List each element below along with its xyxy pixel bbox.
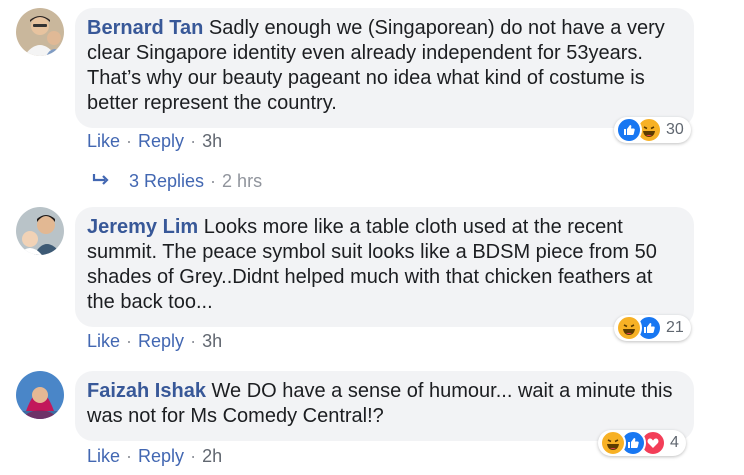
separator-dot: · bbox=[190, 131, 197, 151]
avatar[interactable] bbox=[16, 207, 64, 255]
like-link[interactable]: Like bbox=[87, 131, 120, 151]
like-icon bbox=[616, 117, 642, 143]
reactions-summary[interactable]: 30 bbox=[614, 117, 691, 143]
separator-dot: · bbox=[210, 171, 217, 191]
comment-actions: Like · Reply · 2h bbox=[87, 446, 222, 467]
comment-bubble: Faizah Ishak We DO have a sense of humou… bbox=[75, 371, 694, 441]
avatar[interactable] bbox=[16, 8, 64, 56]
reply-link[interactable]: Reply bbox=[138, 131, 184, 151]
reaction-count: 4 bbox=[670, 434, 679, 451]
separator-dot: · bbox=[126, 446, 133, 466]
reaction-count: 30 bbox=[666, 121, 684, 138]
comment-timestamp[interactable]: 3h bbox=[202, 131, 222, 151]
separator-dot: · bbox=[126, 331, 133, 351]
reactions-summary[interactable]: 21 bbox=[614, 315, 691, 341]
reactions-summary[interactable]: 4 bbox=[598, 430, 686, 456]
comment-bubble: Bernard Tan Sadly enough we (Singaporean… bbox=[75, 8, 694, 128]
avatar[interactable] bbox=[16, 371, 64, 419]
like-link[interactable]: Like bbox=[87, 446, 120, 466]
haha-icon bbox=[616, 315, 642, 341]
comment-timestamp[interactable]: 3h bbox=[202, 331, 222, 351]
replies-count-label[interactable]: 3 Replies bbox=[129, 171, 204, 192]
comment-timestamp[interactable]: 2h bbox=[202, 446, 222, 466]
like-link[interactable]: Like bbox=[87, 331, 120, 351]
reply-link[interactable]: Reply bbox=[138, 446, 184, 466]
replies-timestamp: 2 hrs bbox=[222, 171, 263, 191]
view-replies-link[interactable]: 3 Replies · 2 hrs bbox=[92, 171, 262, 192]
reaction-count: 21 bbox=[666, 319, 684, 336]
comment-author[interactable]: Faizah Ishak bbox=[87, 380, 206, 402]
comment-actions: Like · Reply · 3h bbox=[87, 331, 222, 352]
separator-dot: · bbox=[190, 446, 197, 466]
haha-icon bbox=[600, 430, 626, 456]
reply-link[interactable]: Reply bbox=[138, 331, 184, 351]
reply-arrow-icon bbox=[92, 171, 114, 192]
comment-author[interactable]: Bernard Tan bbox=[87, 17, 203, 39]
separator-dot: · bbox=[126, 131, 133, 151]
comment-actions: Like · Reply · 3h bbox=[87, 131, 222, 152]
comment-bubble: Jeremy Lim Looks more like a table cloth… bbox=[75, 207, 694, 327]
comment-author[interactable]: Jeremy Lim bbox=[87, 216, 198, 238]
separator-dot: · bbox=[190, 331, 197, 351]
